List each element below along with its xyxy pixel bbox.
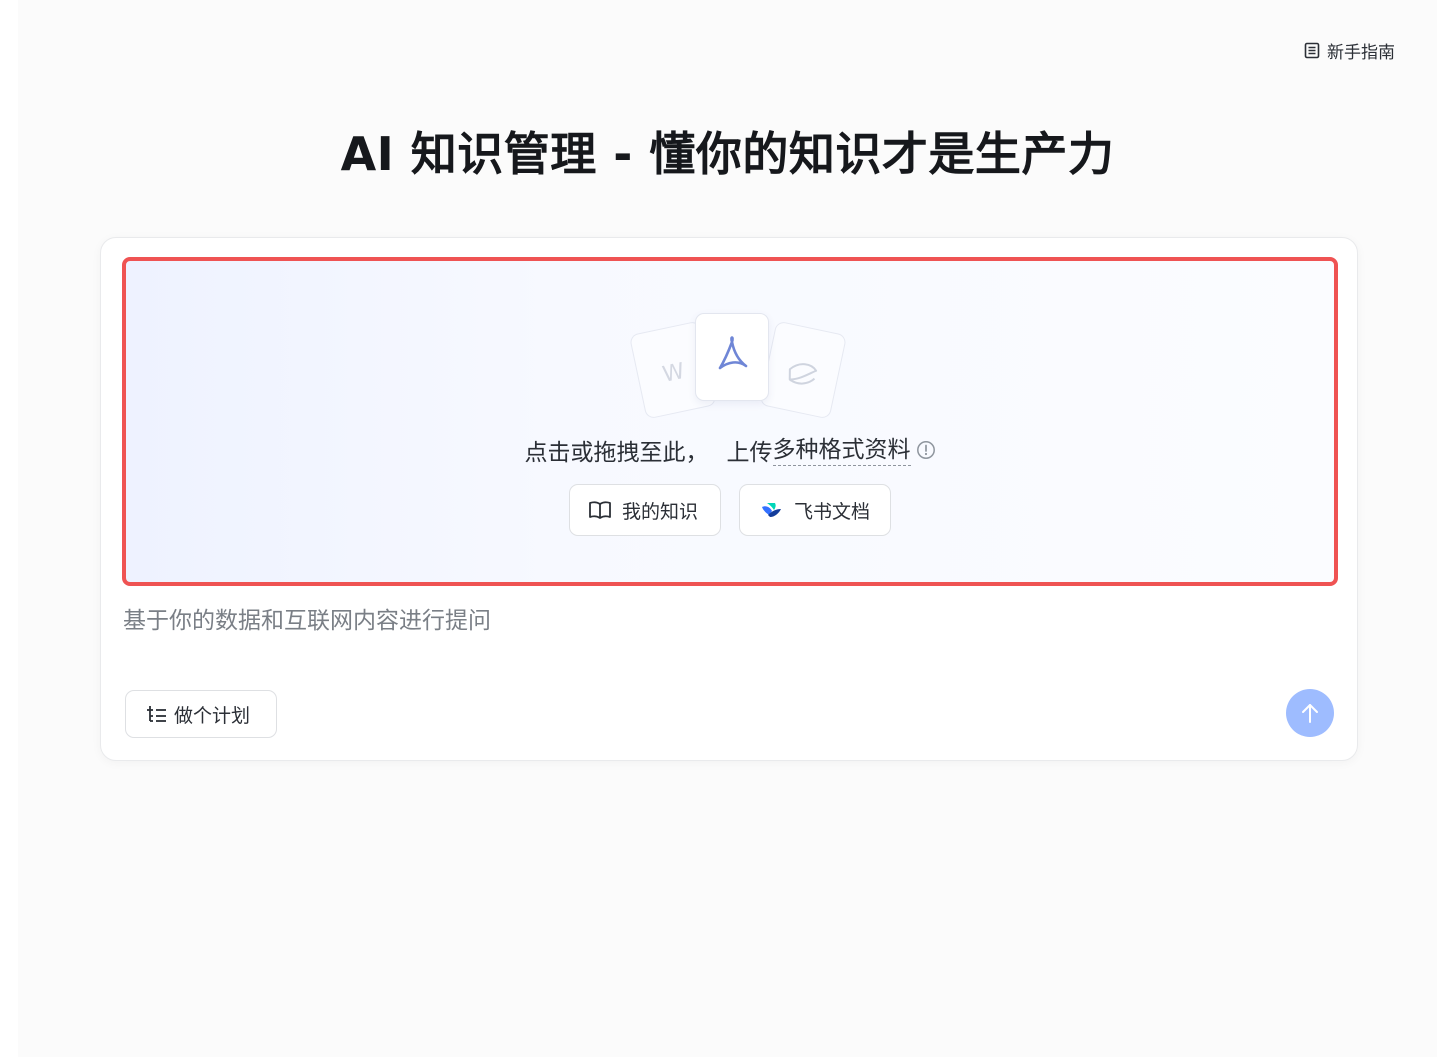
lark-file-icon xyxy=(758,320,848,420)
feishu-docs-button[interactable]: 飞书文档 xyxy=(739,484,891,536)
feishu-docs-label: 飞书文档 xyxy=(794,500,871,523)
page: 新手指南 AI 知识管理 - 懂你的知识才是生产力 W 点击或拖拽至此， 上传 … xyxy=(18,0,1437,1057)
guide-link[interactable]: 新手指南 xyxy=(1304,38,1395,63)
word-letter: W xyxy=(660,359,687,388)
send-button[interactable] xyxy=(1286,689,1334,737)
make-plan-label: 做个计划 xyxy=(174,704,251,727)
make-plan-button[interactable]: 做个计划 xyxy=(125,690,277,738)
chat-card: W 点击或拖拽至此， 上传 多种格式资料 我的知识 飞书文档 基于你的数据和互联… xyxy=(100,237,1358,761)
pdf-file-icon xyxy=(695,313,769,401)
source-buttons: 我的知识 飞书文档 xyxy=(126,484,1334,536)
document-icon xyxy=(1304,42,1320,59)
guide-link-label: 新手指南 xyxy=(1327,43,1395,63)
my-knowledge-label: 我的知识 xyxy=(622,500,699,523)
upload-dropzone[interactable]: W 点击或拖拽至此， 上传 多种格式资料 我的知识 飞书文档 xyxy=(122,257,1338,586)
file-icons: W xyxy=(628,313,848,420)
list-icon xyxy=(147,706,166,722)
book-icon xyxy=(589,501,611,519)
my-knowledge-button[interactable]: 我的知识 xyxy=(569,484,721,536)
upload-hint-action: 上传 xyxy=(726,440,773,466)
feishu-logo-icon xyxy=(762,503,781,517)
question-input[interactable] xyxy=(123,608,1223,634)
arrow-up-icon xyxy=(1302,704,1318,723)
page-title: AI 知识管理 - 懂你的知识才是生产力 xyxy=(340,127,1115,181)
upload-formats-link[interactable]: 多种格式资料 xyxy=(772,435,911,466)
info-icon[interactable] xyxy=(916,440,936,460)
upload-hint: 点击或拖拽至此， 上传 多种格式资料 xyxy=(126,433,1334,467)
upload-hint-prefix: 点击或拖拽至此， xyxy=(524,440,709,466)
